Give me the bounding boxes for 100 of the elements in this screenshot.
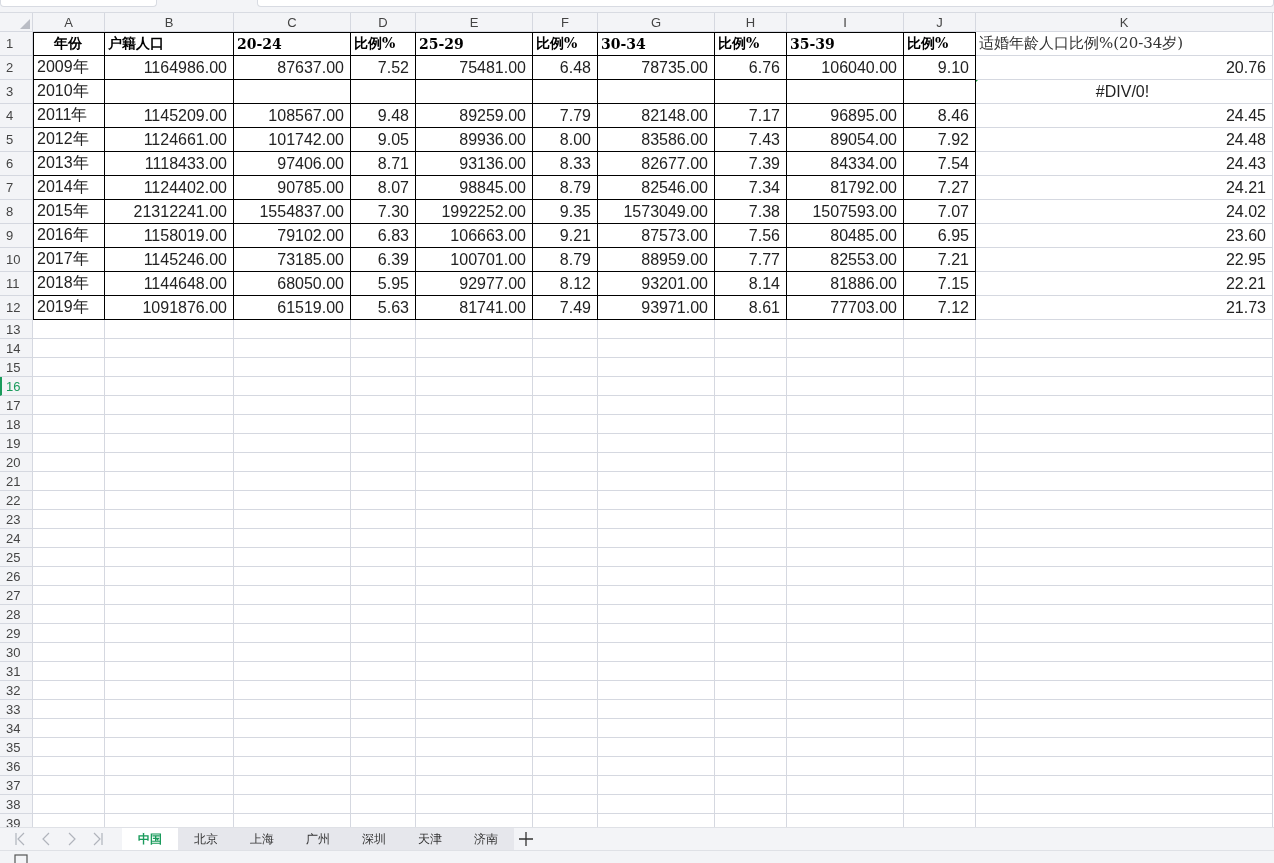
next-sheet-icon[interactable] — [66, 832, 78, 846]
sheet-tab[interactable]: 上海 — [234, 828, 290, 850]
empty-cell — [533, 339, 598, 358]
table-cell: 96895.00 — [787, 104, 904, 128]
column-header[interactable]: G — [598, 13, 715, 32]
row-header[interactable]: 26 — [0, 567, 33, 586]
formula-bar[interactable] — [257, 0, 1274, 7]
table-cell: 适婚年龄人口比例%(20-34岁) — [976, 32, 1273, 56]
table-cell: 7.27 — [904, 176, 976, 200]
column-header[interactable]: A — [33, 13, 105, 32]
empty-cell — [351, 358, 416, 377]
row-header[interactable]: 23 — [0, 510, 33, 529]
column-header[interactable]: F — [533, 13, 598, 32]
table-cell: 年份 — [33, 32, 105, 56]
table-cell: 2012年 — [33, 128, 105, 152]
table-cell: 93971.00 — [598, 296, 715, 320]
row-header[interactable]: 35 — [0, 738, 33, 757]
row-header[interactable]: 6 — [0, 152, 33, 176]
row-header[interactable]: 10 — [0, 248, 33, 272]
empty-cell — [904, 567, 976, 586]
empty-cell — [904, 700, 976, 719]
row-header[interactable]: 13 — [0, 320, 33, 339]
row-header[interactable]: 3 — [0, 80, 33, 104]
empty-cell — [715, 491, 787, 510]
sheet-tab[interactable]: 北京 — [178, 828, 234, 850]
column-header[interactable]: I — [787, 13, 904, 32]
empty-cell — [351, 339, 416, 358]
row-header[interactable]: 21 — [0, 472, 33, 491]
row-header[interactable]: 29 — [0, 624, 33, 643]
row-header[interactable]: 9 — [0, 224, 33, 248]
previous-sheet-icon[interactable] — [40, 832, 52, 846]
empty-cell — [533, 757, 598, 776]
select-all-button[interactable] — [0, 13, 33, 32]
row-header[interactable]: 30 — [0, 643, 33, 662]
table-cell: #DIV/0! — [976, 80, 1273, 104]
table-cell: 79102.00 — [234, 224, 351, 248]
row-header[interactable]: 14 — [0, 339, 33, 358]
table-cell: 8.00 — [533, 128, 598, 152]
row-header[interactable]: 22 — [0, 491, 33, 510]
column-header[interactable]: J — [904, 13, 976, 32]
row-header[interactable]: 38 — [0, 795, 33, 814]
row-header[interactable]: 7 — [0, 176, 33, 200]
empty-cell — [715, 396, 787, 415]
row-header[interactable]: 2 — [0, 56, 33, 80]
empty-cell — [904, 548, 976, 567]
row-header[interactable]: 12 — [0, 296, 33, 320]
row-header[interactable]: 17 — [0, 396, 33, 415]
table-cell: 7.77 — [715, 248, 787, 272]
row-header[interactable]: 28 — [0, 605, 33, 624]
name-box[interactable] — [0, 0, 157, 7]
row-header[interactable]: 27 — [0, 586, 33, 605]
empty-cell — [715, 510, 787, 529]
row-header[interactable]: 5 — [0, 128, 33, 152]
last-sheet-icon[interactable] — [92, 832, 104, 846]
row-header[interactable]: 4 — [0, 104, 33, 128]
first-sheet-icon[interactable] — [14, 832, 26, 846]
table-cell: 2019年 — [33, 296, 105, 320]
row-header[interactable]: 18 — [0, 415, 33, 434]
column-header[interactable]: C — [234, 13, 351, 32]
row-header[interactable]: 20 — [0, 453, 33, 472]
row-header[interactable]: 33 — [0, 700, 33, 719]
column-header[interactable]: E — [416, 13, 533, 32]
table-cell: 1158019.00 — [105, 224, 234, 248]
row-header[interactable]: 19 — [0, 434, 33, 453]
table-cell: 5.95 — [351, 272, 416, 296]
column-header[interactable]: K — [976, 13, 1273, 32]
row-header[interactable]: 1 — [0, 32, 33, 56]
empty-cell — [904, 529, 976, 548]
row-header[interactable]: 24 — [0, 529, 33, 548]
empty-cell — [533, 795, 598, 814]
column-header[interactable]: B — [105, 13, 234, 32]
empty-cell — [533, 510, 598, 529]
row-header[interactable]: 37 — [0, 776, 33, 795]
sheet-tab[interactable]: 中国 — [122, 828, 178, 850]
sheet-tab[interactable]: 深圳 — [346, 828, 402, 850]
empty-cell — [715, 567, 787, 586]
row-header[interactable]: 32 — [0, 681, 33, 700]
column-header[interactable]: D — [351, 13, 416, 32]
table-cell: 87573.00 — [598, 224, 715, 248]
row-header[interactable]: 34 — [0, 719, 33, 738]
sheet-tab[interactable]: 天津 — [402, 828, 458, 850]
row-header[interactable]: 25 — [0, 548, 33, 567]
row-header[interactable]: 31 — [0, 662, 33, 681]
add-sheet-icon[interactable] — [519, 832, 533, 846]
row-header[interactable]: 15 — [0, 358, 33, 377]
row-header[interactable]: 11 — [0, 272, 33, 296]
table-cell: 8.79 — [533, 176, 598, 200]
sheet-tab[interactable]: 济南 — [458, 828, 514, 850]
empty-cell — [351, 320, 416, 339]
table-cell: 100701.00 — [416, 248, 533, 272]
table-cell: 81741.00 — [416, 296, 533, 320]
row-header[interactable]: 36 — [0, 757, 33, 776]
page-icon[interactable] — [14, 854, 30, 863]
column-header[interactable]: H — [715, 13, 787, 32]
row-header[interactable]: 39 — [0, 814, 33, 827]
table-cell: 1091876.00 — [105, 296, 234, 320]
table-cell: 89259.00 — [416, 104, 533, 128]
row-header[interactable]: 8 — [0, 200, 33, 224]
sheet-tab[interactable]: 广州 — [290, 828, 346, 850]
table-cell: 2009年 — [33, 56, 105, 80]
